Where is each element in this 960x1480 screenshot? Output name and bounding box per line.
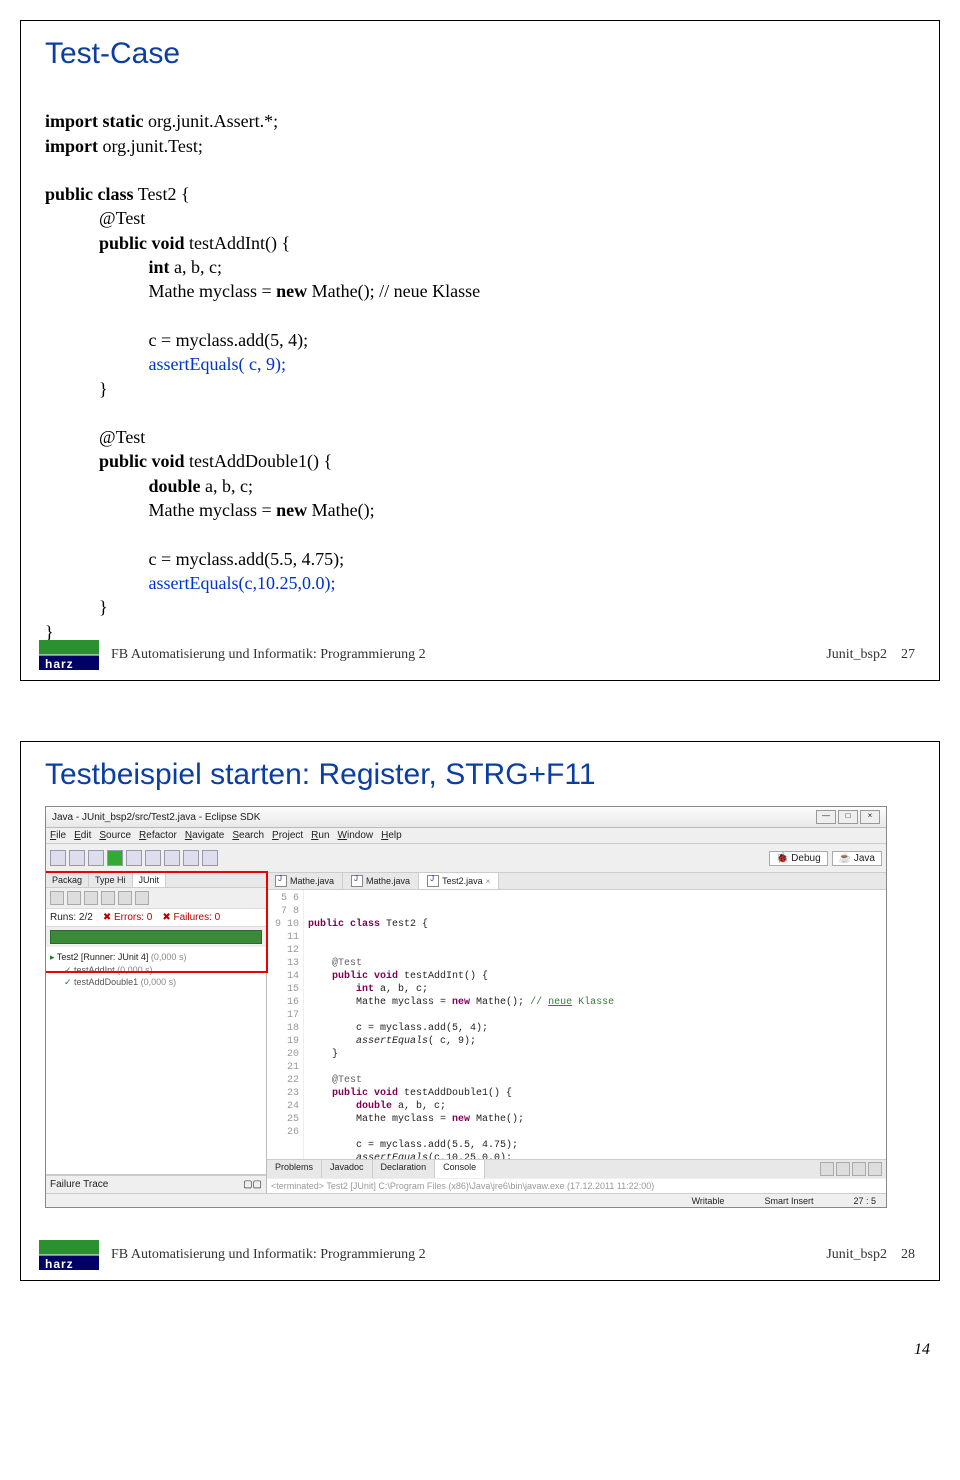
minimize-icon[interactable]: — bbox=[816, 810, 836, 824]
code-editor[interactable]: public class Test2 { @Test public void t… bbox=[304, 890, 886, 1159]
tree-item[interactable]: testAddInt (0,000 s) bbox=[50, 964, 262, 977]
java-file-icon bbox=[427, 875, 439, 887]
menu-window[interactable]: Window bbox=[338, 830, 374, 841]
maximize-icon[interactable]: □ bbox=[838, 810, 858, 824]
junit-stats: Runs: 2/2 ✖ Errors: 0 ✖ Failures: 0 bbox=[46, 909, 266, 927]
junit-tool-icon[interactable] bbox=[67, 891, 81, 905]
tab-typehier[interactable]: Type Hi bbox=[89, 873, 133, 887]
junit-tool-icon[interactable] bbox=[101, 891, 115, 905]
menu-edit[interactable]: Edit bbox=[74, 830, 91, 841]
footer-right: Junit_bsp2 28 bbox=[826, 1247, 915, 1263]
toolbar: 🐞 Debug ☕ Java bbox=[46, 844, 886, 873]
status-cursor-pos: 27 : 5 bbox=[853, 1196, 876, 1206]
footer-right: Junit_bsp2 27 bbox=[826, 647, 915, 663]
slide-footer: FB Automatisierung und Informatik: Progr… bbox=[39, 640, 915, 670]
menu-run[interactable]: Run bbox=[311, 830, 329, 841]
junit-tool-icon[interactable] bbox=[50, 891, 64, 905]
status-insert: Smart Insert bbox=[764, 1196, 813, 1206]
eclipse-screenshot: Java - JUnit_bsp2/src/Test2.java - Eclip… bbox=[45, 806, 887, 1208]
window-buttons: — □ × bbox=[816, 810, 880, 824]
footer-text: FB Automatisierung und Informatik: Progr… bbox=[111, 647, 826, 663]
junit-tool-icon[interactable] bbox=[135, 891, 149, 905]
tab-junit[interactable]: JUnit bbox=[133, 873, 167, 887]
tab-declaration[interactable]: Declaration bbox=[373, 1160, 436, 1178]
tool-icon[interactable] bbox=[202, 850, 218, 866]
java-file-icon bbox=[275, 875, 287, 887]
slide-footer: FB Automatisierung und Informatik: Progr… bbox=[39, 1240, 915, 1270]
junit-panel: Packag Type Hi JUnit Runs: 2/2 ✖ Errors:… bbox=[46, 873, 267, 1193]
tab-javadoc[interactable]: Javadoc bbox=[322, 1160, 373, 1178]
junit-progress-bar bbox=[50, 930, 262, 944]
editor-tab[interactable]: Test2.java× bbox=[419, 873, 499, 889]
status-writable: Writable bbox=[692, 1196, 725, 1206]
close-icon[interactable]: × bbox=[860, 810, 880, 824]
console-output: <terminated> Test2 [JUnit] C:\Program Fi… bbox=[267, 1178, 886, 1193]
slide-testbeispiel: Testbeispiel starten: Register, STRG+F11… bbox=[20, 741, 940, 1281]
console-tool-icon[interactable] bbox=[836, 1162, 850, 1176]
junit-tree: Test2 [Runner: JUnit 4] (0,000 s) testAd… bbox=[46, 947, 266, 1175]
editor-area: Mathe.java Mathe.java Test2.java× 5 6 7 … bbox=[267, 873, 886, 1193]
menu-help[interactable]: Help bbox=[381, 830, 402, 841]
menu-search[interactable]: Search bbox=[232, 830, 264, 841]
failure-trace-icons: ▢▢ bbox=[243, 1179, 262, 1190]
menu-navigate[interactable]: Navigate bbox=[185, 830, 224, 841]
close-tab-icon[interactable]: × bbox=[486, 877, 491, 886]
line-gutter: 5 6 7 8 9 10 11 12 13 14 15 16 17 18 19 … bbox=[267, 890, 304, 1159]
perspective-java[interactable]: ☕ Java bbox=[832, 851, 882, 866]
junit-tool-icon[interactable] bbox=[84, 891, 98, 905]
tree-item[interactable]: testAddDouble1 (0,000 s) bbox=[50, 976, 262, 989]
slide-title: Testbeispiel starten: Register, STRG+F11 bbox=[45, 758, 915, 792]
tool-icon[interactable] bbox=[126, 850, 142, 866]
tab-console[interactable]: Console bbox=[435, 1160, 485, 1178]
bottom-views: Problems Javadoc Declaration Console bbox=[267, 1159, 886, 1178]
menu-bar: File Edit Source Refactor Navigate Searc… bbox=[46, 828, 886, 844]
tab-package[interactable]: Packag bbox=[46, 873, 89, 887]
footer-text: FB Automatisierung und Informatik: Progr… bbox=[111, 1247, 826, 1263]
perspective-debug[interactable]: 🐞 Debug bbox=[769, 851, 828, 866]
code-block: import static org.junit.Assert.*; import… bbox=[45, 85, 915, 668]
debug-icon[interactable] bbox=[88, 850, 104, 866]
harz-logo bbox=[39, 1240, 99, 1270]
menu-file[interactable]: File bbox=[50, 830, 66, 841]
tool-icon[interactable] bbox=[183, 850, 199, 866]
console-tool-icon[interactable] bbox=[868, 1162, 882, 1176]
run-icon[interactable] bbox=[107, 850, 123, 866]
menu-source[interactable]: Source bbox=[99, 830, 131, 841]
window-titlebar: Java - JUnit_bsp2/src/Test2.java - Eclip… bbox=[46, 807, 886, 828]
tool-icon[interactable] bbox=[145, 850, 161, 866]
tab-problems[interactable]: Problems bbox=[267, 1160, 322, 1178]
tool-icon[interactable] bbox=[164, 850, 180, 866]
status-bar: Writable Smart Insert 27 : 5 bbox=[46, 1193, 886, 1208]
tree-root[interactable]: Test2 [Runner: JUnit 4] (0,000 s) bbox=[50, 951, 262, 964]
window-title: Java - JUnit_bsp2/src/Test2.java - Eclip… bbox=[52, 812, 260, 823]
slide-title: Test-Case bbox=[45, 37, 915, 71]
editor-tab[interactable]: Mathe.java bbox=[267, 873, 343, 889]
java-file-icon bbox=[351, 875, 363, 887]
failure-trace-header: Failure Trace ▢▢ bbox=[46, 1175, 266, 1193]
new-icon[interactable] bbox=[50, 850, 66, 866]
page-number: 14 bbox=[20, 1341, 940, 1359]
slide-test-case: Test-Case import static org.junit.Assert… bbox=[20, 20, 940, 681]
menu-project[interactable]: Project bbox=[272, 830, 303, 841]
console-tool-icon[interactable] bbox=[852, 1162, 866, 1176]
harz-logo bbox=[39, 640, 99, 670]
editor-tab[interactable]: Mathe.java bbox=[343, 873, 419, 889]
menu-refactor[interactable]: Refactor bbox=[139, 830, 177, 841]
console-tool-icon[interactable] bbox=[820, 1162, 834, 1176]
save-icon[interactable] bbox=[69, 850, 85, 866]
junit-tool-icon[interactable] bbox=[118, 891, 132, 905]
